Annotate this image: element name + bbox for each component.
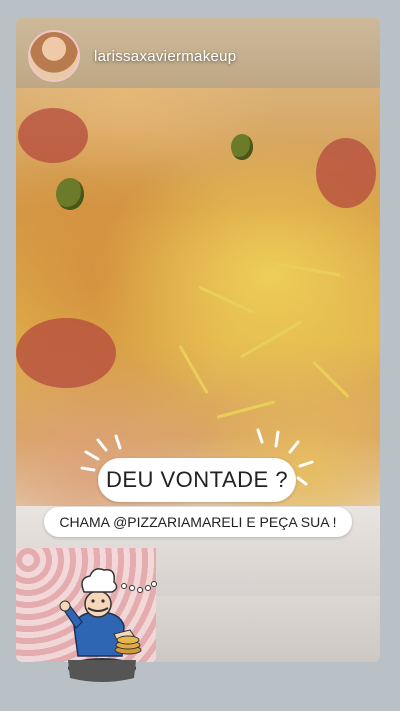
sticker-call-to-action[interactable]: CHAMA @PIZZARIAMARELI E PEÇA SUA ! bbox=[44, 507, 352, 537]
sticker-question-text: DEU VONTADE ? bbox=[105, 467, 289, 492]
chef-mascot-icon bbox=[59, 568, 157, 682]
sticker-question: DEU VONTADE ? bbox=[98, 458, 296, 502]
sticker-call-to-action-text: CHAMA @PIZZARIAMARELI E PEÇA SUA ! bbox=[59, 514, 337, 530]
